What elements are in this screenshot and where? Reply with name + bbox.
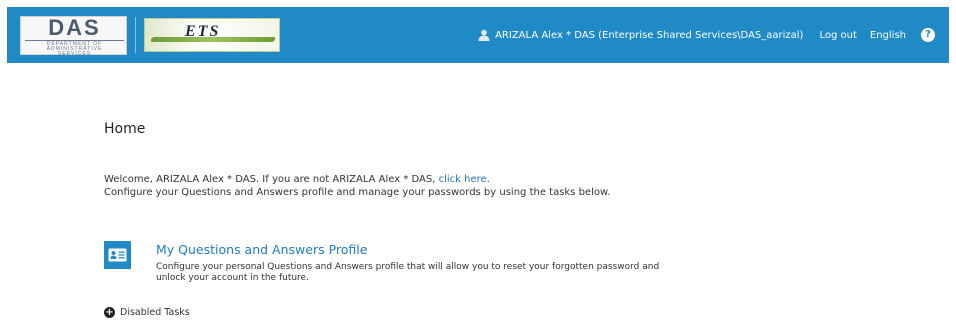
help-icon[interactable]: ?	[921, 28, 935, 42]
das-logo-line3: SERVICES	[57, 51, 92, 57]
plus-circle-icon: +	[104, 306, 115, 318]
logo-divider	[135, 17, 136, 53]
logout-link[interactable]: Log out	[819, 30, 856, 41]
language-selector[interactable]: English	[870, 30, 906, 41]
user-area: ARIZALA Alex * DAS (Enterprise Shared Se…	[478, 27, 935, 43]
page-title: Home	[104, 121, 146, 137]
user-name: ARIZALA Alex * DAS (Enterprise Shared Se…	[495, 29, 804, 41]
header-bar: DAS DEPARTMENT OF ADMINISTRATIVE SERVICE…	[7, 7, 949, 63]
instructions-text: Configure your Questions and Answers pro…	[104, 187, 611, 198]
ets-logo-mark: ETS	[185, 23, 221, 40]
qa-profile-description: Configure your personal Questions and An…	[156, 262, 660, 283]
das-logo-text: DAS	[48, 15, 101, 40]
das-logo[interactable]: DAS DEPARTMENT OF ADMINISTRATIVE SERVICE…	[20, 15, 127, 57]
disabled-tasks-label: Disabled Tasks	[120, 306, 190, 318]
id-card-icon	[108, 248, 127, 262]
click-here-link[interactable]: click here	[439, 174, 487, 185]
welcome-suffix: .	[486, 174, 490, 185]
welcome-text: Welcome, ARIZALA Alex * DAS. If you are …	[104, 173, 610, 199]
disabled-tasks-toggle[interactable]: + Disabled Tasks	[104, 306, 190, 318]
user-icon	[478, 29, 490, 41]
profile-card-icon[interactable]	[104, 241, 131, 269]
qa-profile-link[interactable]: My Questions and Answers Profile	[156, 242, 367, 257]
welcome-prefix: Welcome, ARIZALA Alex * DAS. If you are …	[104, 174, 439, 185]
ets-logo[interactable]: ETS	[144, 18, 280, 52]
